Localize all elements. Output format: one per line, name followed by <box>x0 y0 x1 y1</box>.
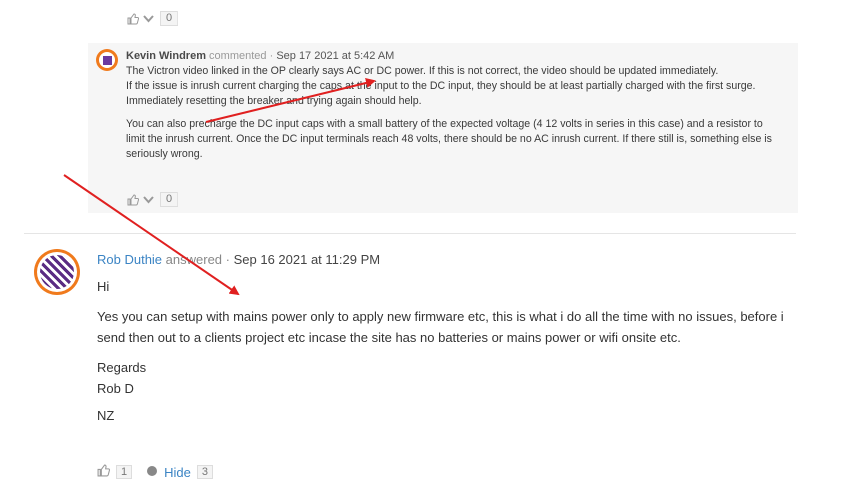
answer-body: Hi Yes you can setup with mains power on… <box>97 276 787 435</box>
vote-count: 0 <box>160 192 178 207</box>
answer-divider <box>24 233 796 234</box>
like-count: 1 <box>116 465 133 479</box>
answer-action-bar: 1 Hide 3 <box>97 464 213 480</box>
comment-header: Kevin Windrem commented · Sep 17 2021 at… <box>126 50 395 62</box>
answer-paragraph: Regards Rob D <box>97 360 147 396</box>
answer-verb: answered <box>165 252 223 267</box>
chevron-down-icon[interactable] <box>143 13 154 24</box>
thumbs-up-icon[interactable] <box>127 193 139 206</box>
comment-vote-bar: 0 <box>127 192 178 207</box>
answer-author[interactable]: Rob Duthie <box>97 252 162 267</box>
hide-count: 3 <box>196 465 213 479</box>
hide-icon[interactable] <box>146 465 158 480</box>
divider <box>177 11 178 25</box>
comment-date[interactable]: Sep 17 2021 at 5:42 AM <box>276 50 394 62</box>
avatar[interactable] <box>96 49 118 71</box>
top-vote-bar: 0 <box>127 11 178 26</box>
answer-date[interactable]: Sep 16 2021 at 11:29 PM <box>234 252 380 267</box>
comment-paragraph: You can also precharge the DC input caps… <box>126 118 772 160</box>
comment-author[interactable]: Kevin Windrem <box>126 50 206 62</box>
vote-count: 0 <box>160 11 178 26</box>
comment-verb: commented <box>209 50 267 62</box>
answer-paragraph: Yes you can setup with mains power only … <box>97 309 784 345</box>
answer-paragraph: NZ <box>97 408 115 423</box>
thumbs-up-icon[interactable] <box>97 464 111 480</box>
answer-header: Rob Duthie answered · Sep 16 2021 at 11:… <box>97 252 381 267</box>
answer-paragraph: Hi <box>97 279 110 294</box>
chevron-down-icon[interactable] <box>143 194 154 205</box>
divider <box>177 192 178 206</box>
thumbs-up-icon[interactable] <box>127 12 139 25</box>
comment-paragraph: The Victron video linked in the OP clear… <box>126 65 756 107</box>
avatar[interactable] <box>34 249 80 295</box>
comment-body: The Victron video linked in the OP clear… <box>126 64 781 170</box>
hide-link[interactable]: Hide <box>164 465 191 480</box>
